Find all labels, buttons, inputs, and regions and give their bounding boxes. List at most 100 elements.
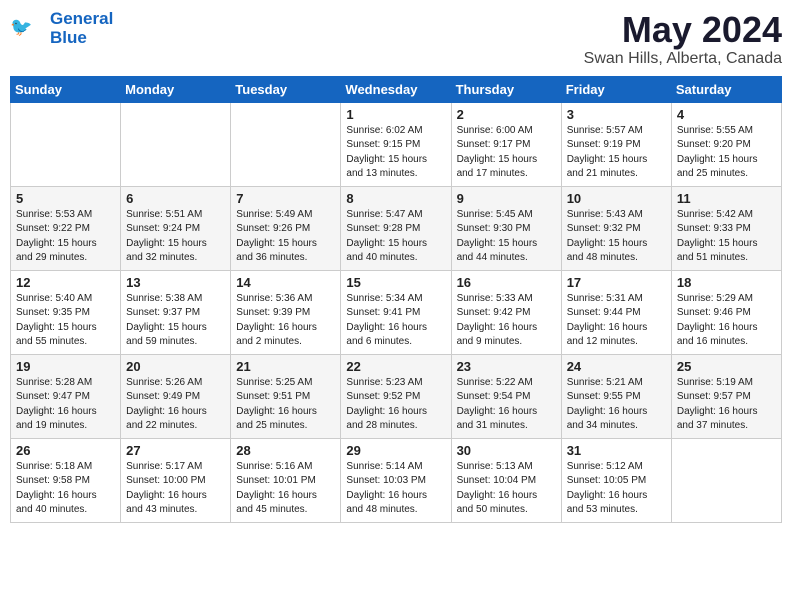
- calendar-day-6: 6 Sunrise: 5:51 AMSunset: 9:24 PMDaylight…: [121, 186, 231, 270]
- calendar-day-21: 21 Sunrise: 5:25 AMSunset: 9:51 PMDayligh…: [231, 354, 341, 438]
- calendar-day-25: 25 Sunrise: 5:19 AMSunset: 9:57 PMDayligh…: [671, 354, 781, 438]
- day-info: Sunrise: 6:00 AMSunset: 9:17 PMDaylight:…: [457, 124, 556, 182]
- calendar-day-22: 22 Sunrise: 5:23 AMSunset: 9:52 PMDayligh…: [341, 354, 451, 438]
- day-info: Sunrise: 5:12 AMSunset: 10:05 PMDaylight…: [567, 460, 666, 518]
- calendar-day-27: 27 Sunrise: 5:17 AMSunset: 10:00 PMDaylig…: [121, 438, 231, 522]
- day-info: Sunrise: 5:45 AMSunset: 9:30 PMDaylight:…: [457, 208, 556, 266]
- day-number: 24: [567, 359, 666, 374]
- day-number: 15: [346, 275, 445, 290]
- day-info: Sunrise: 5:31 AMSunset: 9:44 PMDaylight:…: [567, 292, 666, 350]
- calendar-day-12: 12 Sunrise: 5:40 AMSunset: 9:35 PMDayligh…: [11, 270, 121, 354]
- calendar-empty-cell: [671, 438, 781, 522]
- day-info: Sunrise: 5:18 AMSunset: 9:58 PMDaylight:…: [16, 460, 115, 518]
- calendar-table: SundayMondayTuesdayWednesdayThursdayFrid…: [10, 76, 782, 523]
- calendar-day-19: 19 Sunrise: 5:28 AMSunset: 9:47 PMDayligh…: [11, 354, 121, 438]
- day-info: Sunrise: 5:29 AMSunset: 9:46 PMDaylight:…: [677, 292, 776, 350]
- calendar-day-2: 2 Sunrise: 6:00 AMSunset: 9:17 PMDaylight…: [451, 102, 561, 186]
- day-number: 22: [346, 359, 445, 374]
- day-info: Sunrise: 5:36 AMSunset: 9:39 PMDaylight:…: [236, 292, 335, 350]
- day-number: 21: [236, 359, 335, 374]
- day-number: 5: [16, 191, 115, 206]
- calendar-day-3: 3 Sunrise: 5:57 AMSunset: 9:19 PMDaylight…: [561, 102, 671, 186]
- day-number: 26: [16, 443, 115, 458]
- calendar-empty-cell: [121, 102, 231, 186]
- calendar-day-17: 17 Sunrise: 5:31 AMSunset: 9:44 PMDayligh…: [561, 270, 671, 354]
- calendar-day-11: 11Sunrise: 5:42 AMSunset: 9:33 PMDayligh…: [671, 186, 781, 270]
- calendar-day-16: 16 Sunrise: 5:33 AMSunset: 9:42 PMDayligh…: [451, 270, 561, 354]
- logo-icon: 🐦: [10, 11, 46, 47]
- calendar-day-23: 23 Sunrise: 5:22 AMSunset: 9:54 PMDayligh…: [451, 354, 561, 438]
- day-info: Sunrise: 5:21 AMSunset: 9:55 PMDaylight:…: [567, 376, 666, 434]
- day-number: 28: [236, 443, 335, 458]
- day-info: Sunrise: 5:38 AMSunset: 9:37 PMDaylight:…: [126, 292, 225, 350]
- day-info: Sunrise: 5:55 AMSunset: 9:20 PMDaylight:…: [677, 124, 776, 182]
- day-number: 29: [346, 443, 445, 458]
- calendar-day-13: 13 Sunrise: 5:38 AMSunset: 9:37 PMDayligh…: [121, 270, 231, 354]
- calendar-day-14: 14 Sunrise: 5:36 AMSunset: 9:39 PMDayligh…: [231, 270, 341, 354]
- calendar-day-15: 15 Sunrise: 5:34 AMSunset: 9:41 PMDayligh…: [341, 270, 451, 354]
- calendar-week-row: 26 Sunrise: 5:18 AMSunset: 9:58 PMDayligh…: [11, 438, 782, 522]
- day-number: 30: [457, 443, 556, 458]
- calendar-day-20: 20 Sunrise: 5:26 AMSunset: 9:49 PMDayligh…: [121, 354, 231, 438]
- calendar-day-10: 10 Sunrise: 5:43 AMSunset: 9:32 PMDayligh…: [561, 186, 671, 270]
- calendar-empty-cell: [231, 102, 341, 186]
- day-info: Sunrise: 5:22 AMSunset: 9:54 PMDaylight:…: [457, 376, 556, 434]
- day-number: 25: [677, 359, 776, 374]
- day-info: Sunrise: 5:34 AMSunset: 9:41 PMDaylight:…: [346, 292, 445, 350]
- day-info: Sunrise: 5:23 AMSunset: 9:52 PMDaylight:…: [346, 376, 445, 434]
- day-info: Sunrise: 5:13 AMSunset: 10:04 PMDaylight…: [457, 460, 556, 518]
- day-number: 16: [457, 275, 556, 290]
- day-number: 3: [567, 107, 666, 122]
- day-info: Sunrise: 5:51 AMSunset: 9:24 PMDaylight:…: [126, 208, 225, 266]
- day-number: 2: [457, 107, 556, 122]
- svg-text:🐦: 🐦: [10, 17, 32, 37]
- weekday-header-row: SundayMondayTuesdayWednesdayThursdayFrid…: [11, 76, 782, 102]
- day-info: Sunrise: 5:26 AMSunset: 9:49 PMDaylight:…: [126, 376, 225, 434]
- day-info: Sunrise: 5:25 AMSunset: 9:51 PMDaylight:…: [236, 376, 335, 434]
- day-number: 31: [567, 443, 666, 458]
- day-number: 1: [346, 107, 445, 122]
- weekday-header-saturday: Saturday: [671, 76, 781, 102]
- calendar-day-9: 9Sunrise: 5:45 AMSunset: 9:30 PMDaylight…: [451, 186, 561, 270]
- day-info: Sunrise: 5:42 AMSunset: 9:33 PMDaylight:…: [677, 208, 776, 266]
- month-title: May 2024: [584, 10, 782, 50]
- calendar-day-30: 30 Sunrise: 5:13 AMSunset: 10:04 PMDaylig…: [451, 438, 561, 522]
- day-number: 13: [126, 275, 225, 290]
- day-info: Sunrise: 5:28 AMSunset: 9:47 PMDaylight:…: [16, 376, 115, 434]
- day-info: Sunrise: 5:40 AMSunset: 9:35 PMDaylight:…: [16, 292, 115, 350]
- day-info: Sunrise: 5:14 AMSunset: 10:03 PMDaylight…: [346, 460, 445, 518]
- day-number: 6: [126, 191, 225, 206]
- day-number: 4: [677, 107, 776, 122]
- day-number: 10: [567, 191, 666, 206]
- day-info: Sunrise: 5:57 AMSunset: 9:19 PMDaylight:…: [567, 124, 666, 182]
- day-number: 19: [16, 359, 115, 374]
- calendar-empty-cell: [11, 102, 121, 186]
- day-number: 17: [567, 275, 666, 290]
- day-info: Sunrise: 5:47 AMSunset: 9:28 PMDaylight:…: [346, 208, 445, 266]
- calendar-week-row: 19 Sunrise: 5:28 AMSunset: 9:47 PMDayligh…: [11, 354, 782, 438]
- location-subtitle: Swan Hills, Alberta, Canada: [584, 50, 782, 68]
- day-number: 14: [236, 275, 335, 290]
- day-number: 12: [16, 275, 115, 290]
- day-number: 18: [677, 275, 776, 290]
- day-number: 8: [346, 191, 445, 206]
- calendar-day-28: 28Sunrise: 5:16 AMSunset: 10:01 PMDaylig…: [231, 438, 341, 522]
- calendar-day-4: 4 Sunrise: 5:55 AMSunset: 9:20 PMDaylight…: [671, 102, 781, 186]
- day-info: Sunrise: 5:33 AMSunset: 9:42 PMDaylight:…: [457, 292, 556, 350]
- calendar-day-5: 5Sunrise: 5:53 AMSunset: 9:22 PMDaylight…: [11, 186, 121, 270]
- day-number: 23: [457, 359, 556, 374]
- day-info: Sunrise: 5:19 AMSunset: 9:57 PMDaylight:…: [677, 376, 776, 434]
- day-number: 20: [126, 359, 225, 374]
- calendar-day-7: 7Sunrise: 5:49 AMSunset: 9:26 PMDaylight…: [231, 186, 341, 270]
- weekday-header-tuesday: Tuesday: [231, 76, 341, 102]
- day-number: 27: [126, 443, 225, 458]
- logo-line1: General: [50, 10, 113, 29]
- weekday-header-sunday: Sunday: [11, 76, 121, 102]
- day-info: Sunrise: 5:43 AMSunset: 9:32 PMDaylight:…: [567, 208, 666, 266]
- calendar-day-31: 31 Sunrise: 5:12 AMSunset: 10:05 PMDaylig…: [561, 438, 671, 522]
- page-header: 🐦 General Blue May 2024 Swan Hills, Albe…: [10, 10, 782, 68]
- day-info: Sunrise: 5:17 AMSunset: 10:00 PMDaylight…: [126, 460, 225, 518]
- title-block: May 2024 Swan Hills, Alberta, Canada: [584, 10, 782, 68]
- calendar-week-row: 12 Sunrise: 5:40 AMSunset: 9:35 PMDayligh…: [11, 270, 782, 354]
- day-number: 7: [236, 191, 335, 206]
